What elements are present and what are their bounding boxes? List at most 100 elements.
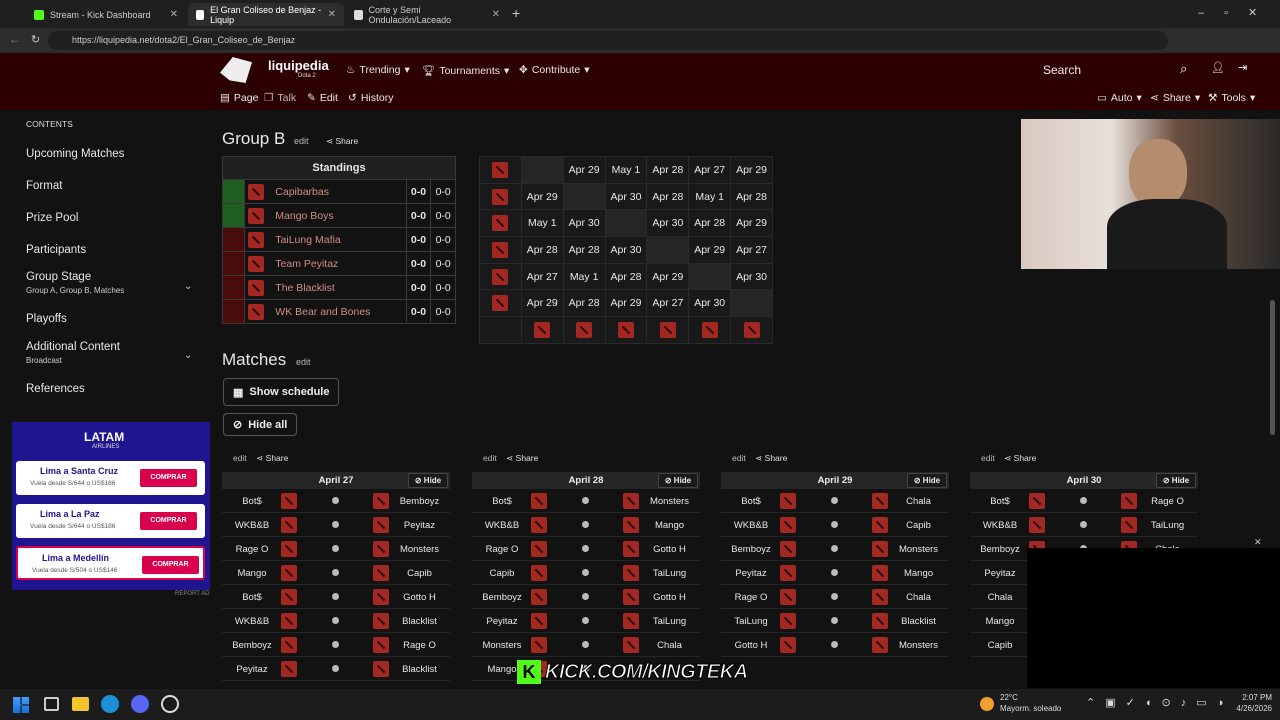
team-right[interactable]: Monsters — [888, 640, 949, 651]
team-logo-icon[interactable] — [492, 241, 509, 258]
latam-ad[interactable]: LATAM AIRLINES Lima a Santa Cruz Vuela de… — [12, 422, 210, 590]
match-info-icon[interactable] — [831, 497, 838, 504]
team-left[interactable]: Capib — [472, 568, 532, 579]
team-right[interactable]: Capib — [888, 520, 949, 531]
team-right[interactable]: Bemboyz — [389, 496, 450, 507]
hide-button[interactable]: ⊘ Hide — [1156, 473, 1196, 488]
toc-group-stage[interactable]: Group Stage Group A, Group B, Matches — [26, 271, 124, 295]
edit-link[interactable]: edit — [981, 453, 995, 463]
match-info-icon[interactable] — [582, 593, 589, 600]
team-right[interactable]: Gotto H — [639, 592, 700, 603]
team-logo-icon[interactable] — [492, 188, 509, 205]
team-left[interactable]: Bot$ — [472, 496, 532, 507]
match-info-icon[interactable] — [332, 593, 339, 600]
close-icon[interactable]: ✕ — [1254, 537, 1262, 548]
match-info-icon[interactable] — [582, 569, 589, 576]
match-row[interactable]: TaiLung Blacklist — [721, 609, 949, 633]
match-row[interactable]: Rage O Monsters — [222, 537, 450, 561]
share-button[interactable]: ⋖ Share — [755, 453, 787, 463]
team-left[interactable]: Peyitaz — [472, 616, 532, 627]
team-logo-icon[interactable] — [743, 321, 760, 338]
match-row[interactable]: Bot$ Gotto H — [222, 585, 450, 609]
match-row[interactable]: WKB&B Peyitaz — [222, 513, 450, 537]
team-left[interactable]: TaiLung — [721, 616, 781, 627]
team-left[interactable]: Monsters — [472, 640, 532, 651]
page-tab-page[interactable]: ▤ Page — [220, 92, 258, 104]
team-left[interactable]: Bot$ — [721, 496, 781, 507]
nav-contribute[interactable]: ✥ Contribute ▾ — [519, 64, 590, 76]
team-left[interactable]: Chala — [970, 592, 1030, 603]
toc-playoffs[interactable]: Playoffs — [26, 313, 67, 325]
edit-link[interactable]: edit — [233, 453, 247, 463]
tools-menu-button[interactable]: ⚒ Tools ▾ — [1208, 92, 1255, 104]
login-icon[interactable]: ⇥ — [1238, 61, 1247, 74]
team-right[interactable]: Gotto H — [389, 592, 450, 603]
match-row[interactable]: Bot$ Bemboyz — [222, 489, 450, 513]
ad-offer-row[interactable]: Lima a La Paz Vuela desde S/644 o US$186 C… — [16, 504, 205, 538]
team-left[interactable]: Peyitaz — [721, 568, 781, 579]
comprar-button[interactable]: COMPRAR — [140, 469, 197, 487]
team-logo-icon[interactable] — [248, 183, 265, 200]
team-logo-icon[interactable] — [248, 207, 265, 224]
team-left[interactable]: Rage O — [472, 544, 532, 555]
match-info-icon[interactable] — [582, 617, 589, 624]
match-row[interactable]: Bemboyz Gotto H — [472, 585, 700, 609]
team-right[interactable]: Monsters — [888, 544, 949, 555]
team-logo-icon[interactable] — [659, 321, 676, 338]
page-tab-history[interactable]: ↺ History — [348, 92, 393, 104]
match-info-icon[interactable] — [332, 617, 339, 624]
match-info-icon[interactable] — [332, 641, 339, 648]
close-tab-icon[interactable]: ✕ — [492, 9, 500, 20]
team-left[interactable]: Bemboyz — [970, 544, 1030, 555]
team-right[interactable]: Chala — [888, 496, 949, 507]
team-logo-icon[interactable] — [492, 268, 509, 285]
toc-additional-content[interactable]: Additional Content Broadcast — [26, 341, 120, 365]
matches-edit-link[interactable]: edit — [296, 357, 311, 367]
new-tab-button[interactable]: + — [512, 5, 520, 21]
ad-offer-row[interactable]: Lima a Santa Cruz Vuela desde S/644 o US$… — [16, 461, 205, 495]
match-info-icon[interactable] — [831, 641, 838, 648]
team-right[interactable]: TaiLung — [639, 568, 700, 579]
task-view-icon[interactable] — [44, 697, 59, 711]
match-info-icon[interactable] — [332, 497, 339, 504]
obs-icon[interactable] — [161, 695, 179, 713]
team-logo-icon[interactable] — [617, 321, 634, 338]
match-row[interactable]: Rage O Gotto H — [472, 537, 700, 561]
match-row[interactable]: Peyitaz Mango — [721, 561, 949, 585]
page-tab-edit[interactable]: ✎ Edit — [307, 92, 338, 104]
match-row[interactable]: Peyitaz Blacklist — [222, 657, 450, 681]
toc-prize-pool[interactable]: Prize Pool — [26, 212, 78, 224]
team-logo-icon[interactable] — [534, 321, 551, 338]
team-right[interactable]: TaiLung — [1137, 520, 1198, 531]
team-name-cell[interactable]: Mango Boys — [267, 203, 407, 228]
comprar-button[interactable]: COMPRAR — [142, 556, 199, 574]
tab-kick-dashboard[interactable]: Stream - Kick Dashboard ✕ — [26, 3, 186, 26]
team-logo-icon[interactable] — [248, 255, 265, 272]
team-left[interactable]: Bemboyz — [472, 592, 532, 603]
hide-button[interactable]: ⊘ Hide — [658, 473, 698, 488]
match-row[interactable]: WKB&B Mango — [472, 513, 700, 537]
team-right[interactable]: Monsters — [389, 544, 450, 555]
ad-offer-row[interactable]: Lima a Medellín Vuela desde S/504 o US$14… — [16, 546, 205, 580]
team-right[interactable]: Gotto H — [639, 544, 700, 555]
match-info-icon[interactable] — [582, 497, 589, 504]
edit-link[interactable]: edit — [483, 453, 497, 463]
nav-trending[interactable]: ♨ Trending ▾ — [346, 64, 410, 76]
site-logo-text[interactable]: liquipedia — [268, 58, 329, 73]
match-row[interactable]: Bemboyz Rage O — [222, 633, 450, 657]
theme-auto-button[interactable]: ▭ Auto ▾ — [1097, 92, 1142, 104]
team-logo-icon[interactable] — [248, 279, 265, 296]
match-info-icon[interactable] — [1080, 497, 1087, 504]
match-info-icon[interactable] — [582, 641, 589, 648]
group-edit-link[interactable]: edit — [294, 136, 309, 146]
weather-temp[interactable]: 22°C — [1000, 693, 1018, 702]
match-info-icon[interactable] — [332, 545, 339, 552]
team-name-cell[interactable]: WK Bear and Bones — [267, 299, 407, 324]
edge-browser-icon[interactable] — [101, 695, 119, 713]
url-field[interactable]: https://liquipedia.net/dota2/El_Gran_Col… — [48, 31, 1168, 50]
team-name-cell[interactable]: TaiLung Mafia — [267, 227, 407, 252]
team-right[interactable]: Chala — [888, 592, 949, 603]
team-left[interactable]: Bemboyz — [721, 544, 781, 555]
match-row[interactable]: Gotto H Monsters — [721, 633, 949, 657]
team-left[interactable]: WKB&B — [222, 520, 282, 531]
